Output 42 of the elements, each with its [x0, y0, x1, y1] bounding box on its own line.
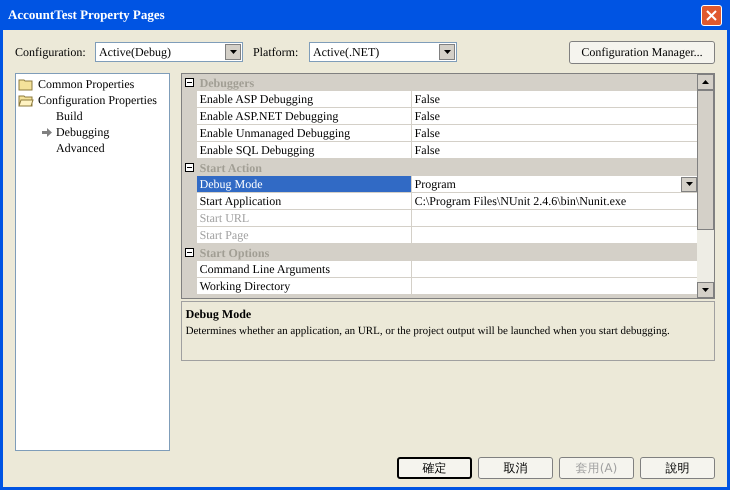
property-value[interactable]: False	[412, 125, 697, 141]
platform-dropdown[interactable]: Active(.NET)	[309, 42, 457, 62]
up-arrow-icon	[702, 80, 709, 84]
collapse-icon[interactable]	[184, 78, 194, 87]
arrow-icon	[42, 128, 52, 136]
configuration-manager-button[interactable]: Configuration Manager...	[569, 40, 715, 64]
property-value[interactable]: Program	[412, 176, 681, 192]
tree-item[interactable]: Advanced	[56, 139, 105, 157]
description-title: Debug Mode	[186, 306, 252, 323]
tree-item[interactable]: Configuration Properties	[37, 91, 158, 109]
property-name[interactable]: Start Application	[196, 193, 412, 209]
scrollbar[interactable]	[697, 74, 714, 298]
property-name[interactable]: Enable Unmanaged Debugging	[196, 125, 412, 141]
property-name[interactable]: Working Directory	[196, 278, 412, 294]
property-value[interactable]: False	[412, 142, 697, 158]
property-name[interactable]: Enable SQL Debugging	[196, 142, 412, 158]
collapse-icon[interactable]	[184, 248, 194, 257]
tree-item[interactable]: Build	[56, 107, 83, 125]
description-text: Determines whether an application, an URL, or the project output will be launched when you start debugging.	[186, 324, 670, 339]
dialog-button[interactable]: 確定	[397, 457, 472, 479]
close-button[interactable]	[701, 4, 722, 26]
collapse-icon[interactable]	[184, 163, 194, 172]
dialog-button[interactable]: 說明	[640, 457, 715, 479]
property-value[interactable]: C:\Program Files\NUnit 2.4.6\bin\Nunit.exe	[412, 193, 697, 209]
scroll-down-button[interactable]	[697, 282, 714, 298]
property-name[interactable]: Debug Mode	[196, 176, 412, 192]
configuration-label: Configuration:	[15, 44, 87, 61]
scroll-thumb[interactable]	[697, 90, 714, 230]
scroll-up-button[interactable]	[697, 74, 714, 90]
property-name[interactable]: Enable ASP Debugging	[196, 91, 412, 107]
window-title: AccountTest Property Pages	[8, 6, 165, 24]
close-icon	[706, 10, 717, 20]
property-value[interactable]: False	[412, 108, 697, 124]
tree-item[interactable]: Common Properties	[37, 75, 136, 93]
property-name[interactable]: Enable ASP.NET Debugging	[196, 108, 412, 124]
tree-item[interactable]: Debugging	[56, 123, 110, 141]
configuration-dropdown[interactable]: Active(Debug)	[95, 42, 243, 62]
down-arrow-icon	[702, 288, 709, 292]
property-name[interactable]: Command Line Arguments	[196, 261, 412, 277]
platform-label: Platform:	[253, 44, 300, 61]
property-value[interactable]: False	[412, 91, 697, 107]
dialog-button[interactable]: 取消	[478, 457, 553, 479]
